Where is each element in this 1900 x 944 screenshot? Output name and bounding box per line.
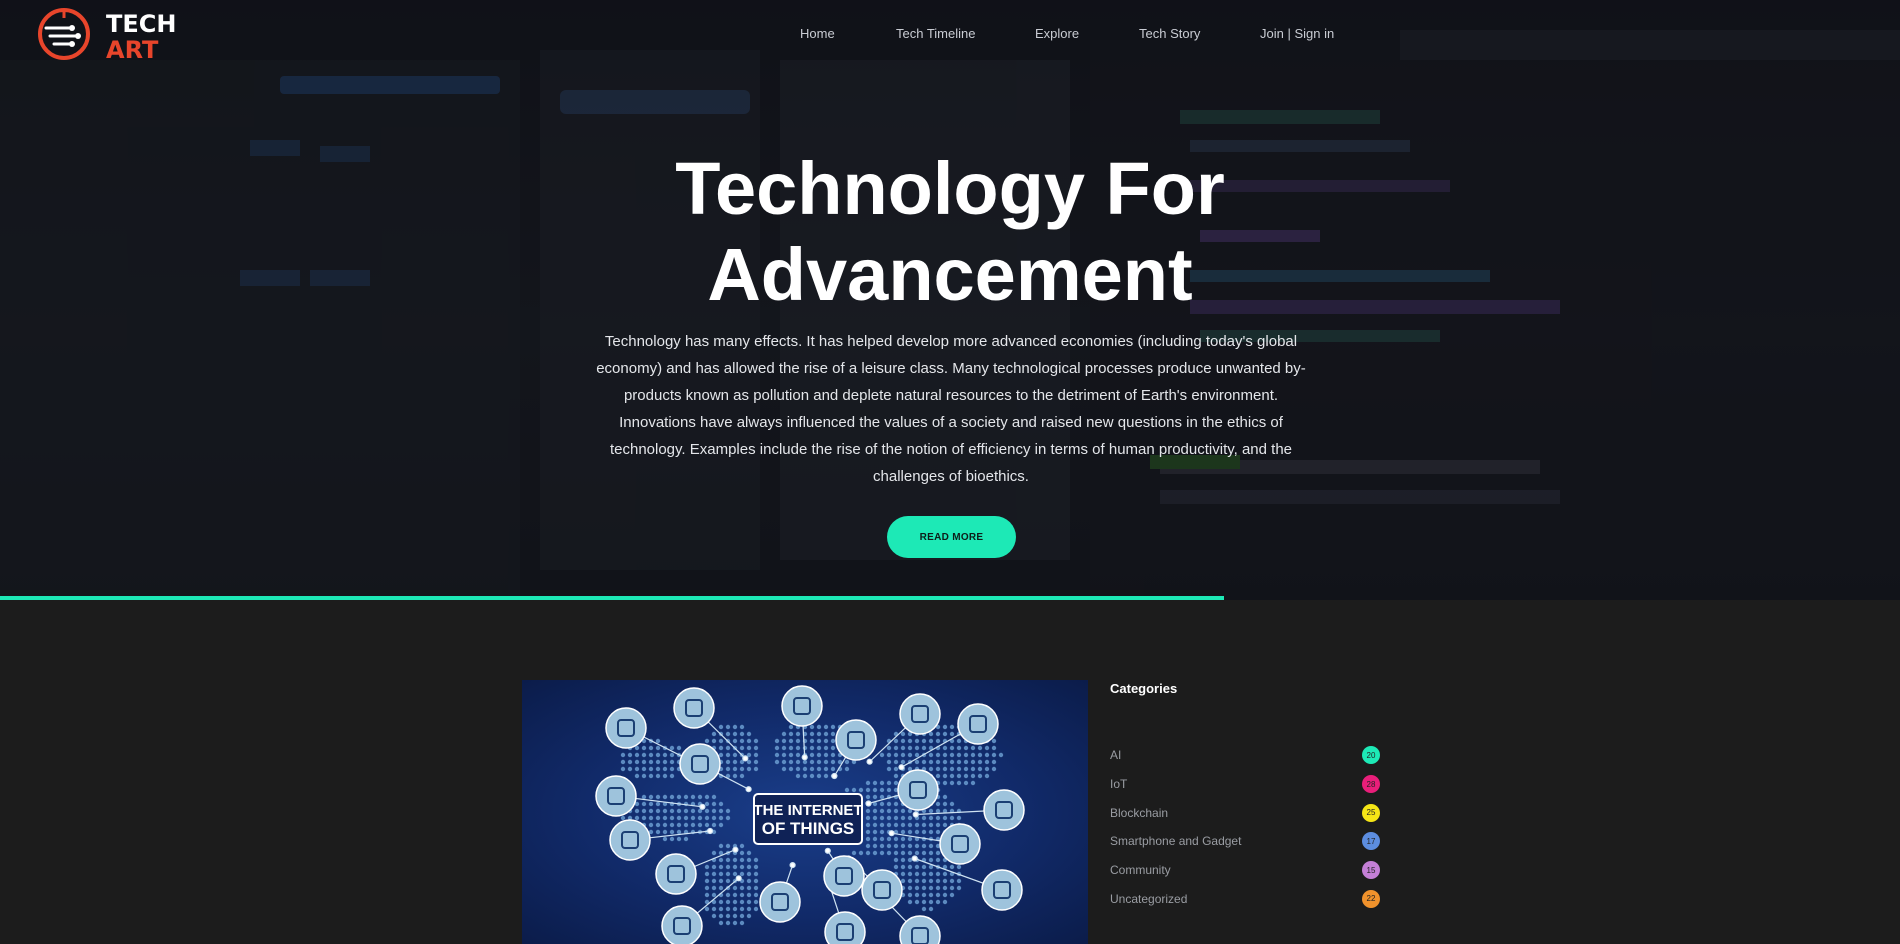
read-more-button[interactable]: READ MORE: [887, 516, 1016, 558]
hero-title: Technology For Advancement: [0, 146, 1900, 318]
network-icon: [899, 915, 941, 944]
hero-progress-bar: [0, 596, 1224, 600]
nav-tech-story[interactable]: Tech Story: [1139, 26, 1200, 41]
laptop-icon: [679, 743, 721, 785]
nav-explore[interactable]: Explore: [1035, 26, 1079, 41]
category-community[interactable]: Community 15: [1110, 856, 1380, 885]
envelope-icon: [897, 769, 939, 811]
thumbs-up-icon: [981, 869, 1023, 911]
vr-headset-icon: [661, 905, 703, 944]
smartphone-icon: [983, 789, 1025, 831]
circuit-logo-icon: [38, 8, 90, 60]
category-label: AI: [1110, 748, 1122, 763]
category-label: Smartphone and Gadget: [1110, 834, 1242, 849]
internet-of-things-illustration: THE INTERNET OF THINGS: [595, 685, 1025, 944]
category-uncategorized[interactable]: Uncategorized 22: [1110, 884, 1380, 913]
robot-arm-icon: [655, 853, 697, 895]
hero-section: TECH ART Home Tech Timeline Explore Tech…: [0, 0, 1900, 600]
tech-art-logo[interactable]: TECH ART: [36, 6, 176, 62]
category-count-badge: 22: [1362, 889, 1380, 908]
router-icon: [673, 687, 715, 729]
category-count-badge: 15: [1362, 861, 1380, 880]
category-label: Uncategorized: [1110, 891, 1188, 906]
iot-title-line-2: OF THINGS: [762, 819, 855, 838]
logo-line-1: TECH: [106, 10, 177, 38]
category-count-badge: 17: [1362, 832, 1380, 851]
user-icon: [595, 775, 637, 817]
categories-title: Categories: [1110, 681, 1178, 696]
plug-icon: [605, 707, 647, 749]
category-label: Blockchain: [1110, 805, 1169, 820]
iot-title-line-1: THE INTERNET: [753, 802, 862, 819]
shield-icon: [824, 911, 866, 944]
hero-title-line-2: Advancement: [707, 233, 1193, 316]
category-iot[interactable]: IoT 28: [1110, 770, 1380, 799]
category-count-badge: 20: [1362, 746, 1380, 765]
category-label: IoT: [1110, 777, 1128, 792]
category-blockchain[interactable]: Blockchain 25: [1110, 798, 1380, 827]
people-icon: [861, 869, 903, 911]
category-ai[interactable]: AI 20: [1110, 741, 1380, 770]
category-smartphone-and-gadget[interactable]: Smartphone and Gadget 17: [1110, 827, 1380, 856]
ring-icon: [939, 823, 981, 865]
nav-home[interactable]: Home: [800, 26, 835, 41]
airplane-icon: [781, 685, 823, 727]
category-count-badge: 28: [1362, 775, 1380, 794]
featured-post-image[interactable]: THE INTERNET OF THINGS: [522, 680, 1088, 944]
chat-icon: [823, 855, 865, 897]
hero-description: Technology has many effects. It has help…: [596, 333, 1306, 485]
nav-join-sign-in[interactable]: Join | Sign in: [1260, 26, 1334, 41]
categories-list: AI 20 IoT 28 Blockchain 25 Smartphone an…: [1110, 741, 1380, 913]
logo-wordmark: TECH ART: [106, 12, 176, 62]
category-count-badge: 25: [1362, 803, 1380, 822]
handshake-icon: [957, 703, 999, 745]
hero-title-line-1: Technology For: [675, 147, 1225, 230]
server-icon: [759, 881, 801, 923]
phone-icon: [899, 693, 941, 735]
nav-tech-timeline[interactable]: Tech Timeline: [896, 26, 975, 41]
location-pin-icon: [609, 819, 651, 861]
category-label: Community: [1110, 863, 1171, 878]
mobile-icon: [835, 719, 877, 761]
logo-line-2: ART: [106, 36, 159, 64]
